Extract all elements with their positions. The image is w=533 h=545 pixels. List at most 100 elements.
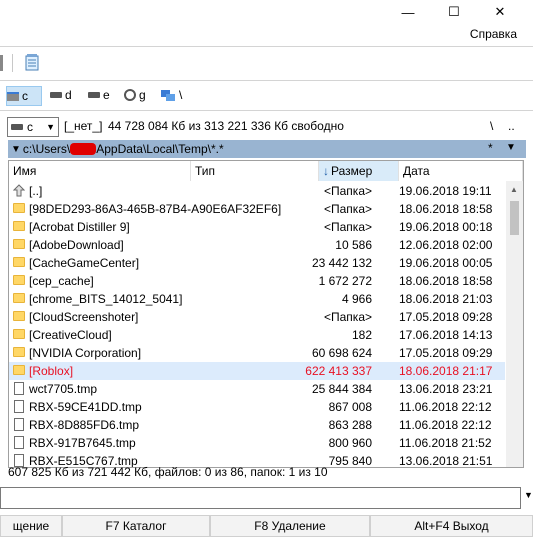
sort-down-arrow-icon: ↓ xyxy=(323,164,329,178)
file-row[interactable]: [cep_cache] 1 672 272 18.06.2018 18:58 xyxy=(9,272,505,290)
file-row[interactable]: [Roblox] 622 413 337 18.06.2018 21:17 xyxy=(9,362,505,380)
vertical-scrollbar[interactable]: ▲ xyxy=(506,181,523,467)
file-icon xyxy=(14,418,24,431)
file-size: 10 586 xyxy=(335,238,372,252)
file-row[interactable]: [98DED293-86A3-465B-87B4-A90E6AF32EF6] <П… xyxy=(9,200,505,218)
fkey-label: щение xyxy=(12,519,50,533)
drive-button-g[interactable]: g xyxy=(124,86,154,104)
command-line-input[interactable] xyxy=(0,487,521,509)
column-label: Дата xyxy=(403,164,430,178)
folder-icon xyxy=(13,329,25,339)
command-dropdown-icon[interactable]: ▼ xyxy=(524,490,533,500)
hard-drive-icon xyxy=(50,92,62,98)
file-row[interactable]: RBX-8D885FD6.tmp 863 288 11.06.2018 22:12 xyxy=(9,416,505,434)
file-size: 182 xyxy=(351,328,372,342)
filter-star[interactable]: * xyxy=(488,141,493,155)
drive-button-d[interactable]: d xyxy=(50,86,80,104)
file-name: [CacheGameCenter] xyxy=(29,256,140,270)
notepad-icon[interactable] xyxy=(24,54,40,71)
column-header-size[interactable]: ↓ Размер xyxy=(319,161,399,181)
file-name: [CloudScreenshoter] xyxy=(29,310,139,324)
file-name: RBX-917B7645.tmp xyxy=(29,436,136,450)
close-icon: ✕ xyxy=(494,4,506,19)
close-button[interactable]: ✕ xyxy=(478,0,522,24)
minimize-button[interactable]: — xyxy=(386,0,430,24)
folder-icon xyxy=(13,221,25,231)
toolbar-separator xyxy=(12,54,13,72)
file-row[interactable]: [chrome_BITS_14012_5041] 4 966 18.06.2018 … xyxy=(9,290,505,308)
column-header-type[interactable]: Тип xyxy=(191,161,319,181)
file-size: 1 672 272 xyxy=(318,274,372,288)
folder-icon xyxy=(13,347,25,357)
file-row[interactable]: [CreativeCloud] 182 17.06.2018 14:13 xyxy=(9,326,505,344)
file-name: RBX-8D885FD6.tmp xyxy=(29,418,140,432)
fkey-label: Alt+F4 Выход xyxy=(414,519,489,533)
system-drive-icon xyxy=(7,91,19,101)
file-row[interactable]: [CloudScreenshoter] <Папка> 17.05.2018 09:… xyxy=(9,308,505,326)
file-row[interactable]: RBX-59CE41DD.tmp 867 008 11.06.2018 22:12 xyxy=(9,398,505,416)
drive-select[interactable]: c ▼ xyxy=(7,117,59,137)
free-space-text: 44 728 084 Кб из 313 221 336 Кб свободно xyxy=(108,119,344,133)
file-row[interactable]: RBX-917B7645.tmp 800 960 11.06.2018 21:52 xyxy=(9,434,505,452)
file-size: <Папка> xyxy=(324,202,372,216)
hard-drive-icon xyxy=(88,92,100,98)
file-name: [NVIDIA Corporation] xyxy=(29,346,142,360)
file-date: 19.06.2018 00:05 xyxy=(399,256,493,270)
file-name: [Roblox] xyxy=(29,364,74,378)
file-size: 25 844 384 xyxy=(311,382,372,396)
toolbar xyxy=(0,50,533,76)
fkey-exit-button[interactable]: Alt+F4 Выход xyxy=(370,515,533,537)
drive-button-e[interactable]: e xyxy=(88,86,118,104)
column-label: Имя xyxy=(13,164,37,178)
file-date: 13.06.2018 23:21 xyxy=(399,382,493,396)
fkey-label: F7 Каталог xyxy=(105,519,167,533)
path-dropdown-button[interactable]: ▼ xyxy=(506,142,516,153)
file-row[interactable]: [Acrobat Distiller 9] <Папка> 19.06.2018 0… xyxy=(9,218,505,236)
fkey-delete-button[interactable]: F8 Удаление xyxy=(210,515,370,537)
file-row[interactable]: [..] <Папка> 19.06.2018 19:11 xyxy=(9,182,505,200)
path-bar[interactable]: ▼ c:\Users\ AppData\Local\Temp\*.* xyxy=(8,140,526,158)
file-size: 800 960 xyxy=(328,436,372,450)
file-size: 622 413 337 xyxy=(305,364,372,378)
file-size: <Папка> xyxy=(324,184,372,198)
file-date: 19.06.2018 19:11 xyxy=(399,184,492,198)
file-name: RBX-59CE41DD.tmp xyxy=(29,400,142,414)
file-date: 19.06.2018 00:18 xyxy=(399,220,493,234)
menu-help[interactable]: Справка xyxy=(470,27,517,41)
parent-button[interactable]: .. xyxy=(508,119,515,133)
column-header-name[interactable]: Имя xyxy=(9,161,191,181)
maximize-button[interactable]: ☐ xyxy=(432,0,476,24)
status-text: 607 825 Кб из 721 442 Кб, файлов: 0 из 8… xyxy=(8,465,328,479)
file-date: 18.06.2018 18:58 xyxy=(399,202,493,216)
drive-button-network[interactable]: \ xyxy=(160,86,192,104)
column-header-date[interactable]: Дата xyxy=(399,161,523,181)
folder-icon xyxy=(13,203,25,213)
file-row[interactable]: wct7705.tmp 25 844 384 13.06.2018 23:21 xyxy=(9,380,505,398)
file-row[interactable]: [AdobeDownload] 10 586 12.06.2018 02:00 xyxy=(9,236,505,254)
file-row[interactable]: [CacheGameCenter] 23 442 132 19.06.2018 00… xyxy=(9,254,505,272)
root-button[interactable]: \ xyxy=(490,119,493,133)
toolbar-partial-icon xyxy=(0,55,3,71)
scrollbar-thumb[interactable] xyxy=(510,201,519,235)
scroll-up-icon[interactable]: ▲ xyxy=(510,185,518,194)
column-label: Размер xyxy=(331,164,373,178)
fkey-mkdir-button[interactable]: F7 Каталог xyxy=(62,515,210,537)
file-date: 18.06.2018 18:58 xyxy=(399,274,493,288)
maximize-icon: ☐ xyxy=(448,4,460,19)
file-size: 867 008 xyxy=(328,400,372,414)
fkey-label: F8 Удаление xyxy=(254,519,326,533)
folder-icon xyxy=(13,239,25,249)
history-dropdown-icon[interactable]: ▼ xyxy=(11,144,21,155)
menu-separator xyxy=(0,46,533,47)
path-suffix: AppData\Local\Temp\*.* xyxy=(96,142,224,156)
file-name: [Acrobat Distiller 9] xyxy=(29,220,130,234)
file-size: 23 442 132 xyxy=(311,256,372,270)
file-date: 17.05.2018 09:28 xyxy=(399,310,493,324)
drivebar-separator xyxy=(0,110,533,111)
file-size: <Папка> xyxy=(324,310,372,324)
fkey-move-button[interactable]: щение xyxy=(0,515,62,537)
file-date: 11.06.2018 22:12 xyxy=(399,418,492,432)
file-row[interactable]: [NVIDIA Corporation] 60 698 624 17.05.2018… xyxy=(9,344,505,362)
file-name: [98DED293-86A3-465B-87B4-A90E6AF32EF6] xyxy=(29,202,282,216)
drive-button-c[interactable]: c xyxy=(6,86,42,106)
